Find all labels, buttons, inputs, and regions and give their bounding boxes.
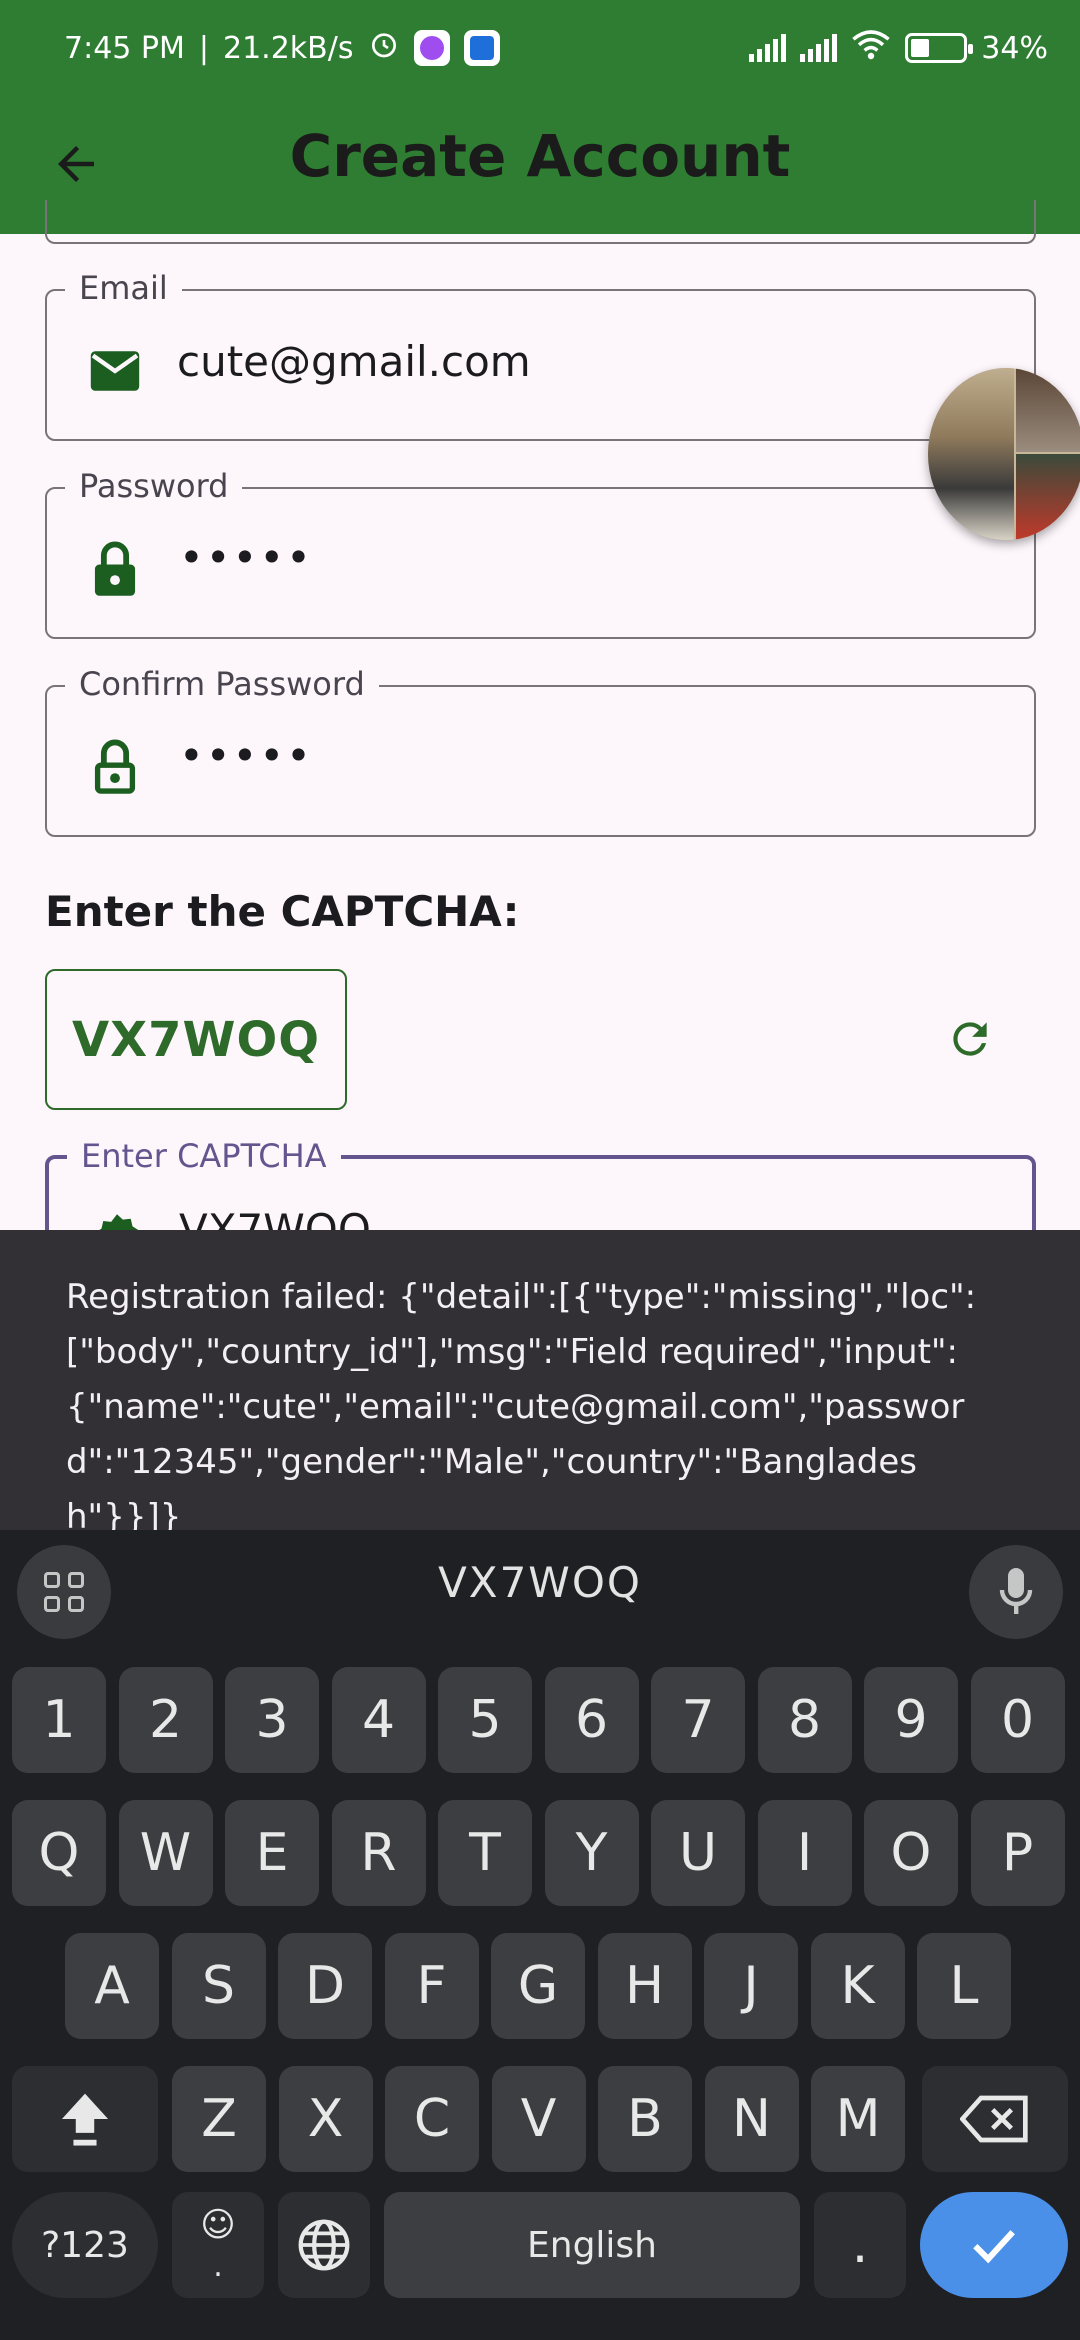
key-7[interactable]: 7: [651, 1667, 745, 1773]
confirm-password-field[interactable]: Confirm Password •••••: [45, 665, 1036, 837]
emoji-icon: ☺: [200, 2205, 236, 2245]
key-j[interactable]: J: [704, 1933, 798, 2039]
globe-icon: [298, 2219, 350, 2271]
voice-input-button[interactable]: [969, 1545, 1063, 1639]
mail-icon: [85, 341, 145, 401]
refresh-icon: [953, 1022, 987, 1056]
status-bar: 7:45 PM | 21.2kB/s 34%: [0, 0, 1080, 92]
name-field-edge[interactable]: [45, 200, 1036, 244]
captcha-heading: Enter the CAPTCHA:: [45, 887, 520, 936]
key-u[interactable]: U: [651, 1800, 745, 1906]
key-w[interactable]: W: [118, 1800, 213, 1906]
key-n[interactable]: N: [704, 2066, 799, 2172]
key-3[interactable]: 3: [225, 1667, 319, 1773]
email-label: Email: [65, 269, 182, 307]
emoji-key[interactable]: ☺.: [172, 2192, 264, 2298]
lock-icon: [85, 539, 145, 599]
key-p[interactable]: P: [970, 1800, 1065, 1906]
check-icon: [973, 2230, 1015, 2264]
password-value: •••••: [179, 533, 313, 582]
status-right: 34%: [749, 28, 1048, 68]
key-2[interactable]: 2: [118, 1667, 213, 1773]
password-field[interactable]: Password •••••: [45, 467, 1036, 639]
key-e[interactable]: E: [225, 1800, 319, 1906]
battery-fill: [911, 39, 930, 57]
status-divider: |: [198, 30, 209, 66]
confirm-password-label: Confirm Password: [65, 665, 379, 703]
microphone-icon: [999, 1568, 1033, 1614]
status-network-speed: 21.2kB/s: [223, 30, 354, 66]
key-r[interactable]: R: [331, 1800, 426, 1906]
battery-icon: [905, 33, 974, 63]
period-key[interactable]: .: [814, 2192, 906, 2298]
refresh-captcha-button[interactable]: [940, 1006, 1000, 1072]
key-0[interactable]: 0: [970, 1667, 1065, 1773]
captcha-code: VX7WOQ: [45, 969, 347, 1110]
app-icon: [463, 30, 500, 66]
key-9[interactable]: 9: [864, 1667, 958, 1773]
signal-icon: [749, 34, 787, 62]
messenger-icon: [413, 30, 450, 66]
backspace-key[interactable]: [922, 2066, 1068, 2172]
snackbar-message: Registration failed: {"detail":[{"type":…: [66, 1277, 977, 1537]
status-left: 7:45 PM | 21.2kB/s: [64, 28, 500, 68]
on-screen-keyboard: VX7WOQ 1234567890 QWERTYUIOP ASDFGHJKL ZXCV…: [0, 1530, 1080, 2340]
key-a[interactable]: A: [65, 1933, 159, 2039]
chat-head-avatar[interactable]: [928, 368, 1080, 540]
key-i[interactable]: I: [757, 1800, 852, 1906]
backspace-icon: [960, 2095, 1028, 2143]
shift-key[interactable]: [12, 2066, 158, 2172]
signal-icon: [800, 34, 838, 62]
key-y[interactable]: Y: [544, 1800, 639, 1906]
key-x[interactable]: X: [278, 2066, 373, 2172]
key-4[interactable]: 4: [331, 1667, 426, 1773]
key-t[interactable]: T: [438, 1800, 532, 1906]
captcha-input-label: Enter CAPTCHA: [67, 1137, 341, 1175]
key-s[interactable]: S: [171, 1933, 266, 2039]
emoji-sub-label: .: [213, 2249, 223, 2284]
avatar-photo: [928, 368, 1014, 540]
key-m[interactable]: M: [811, 2066, 905, 2172]
suggestion-bar: VX7WOQ: [0, 1530, 1080, 1640]
key-d[interactable]: D: [278, 1933, 372, 2039]
key-8[interactable]: 8: [757, 1667, 852, 1773]
suggestion-word[interactable]: VX7WOQ: [0, 1558, 1080, 1607]
key-o[interactable]: O: [864, 1800, 958, 1906]
key-q[interactable]: Q: [12, 1800, 106, 1906]
enter-button[interactable]: [920, 2192, 1068, 2298]
key-v[interactable]: V: [491, 2066, 586, 2172]
key-g[interactable]: G: [491, 1933, 585, 2039]
avatar-photo: [1016, 368, 1080, 452]
password-label: Password: [65, 467, 243, 505]
battery-percent: 34%: [981, 30, 1048, 66]
key-k[interactable]: K: [810, 1933, 905, 2039]
symbols-key[interactable]: ?123: [12, 2192, 158, 2298]
status-time: 7:45 PM: [64, 30, 185, 66]
key-1[interactable]: 1: [12, 1667, 106, 1773]
alarm-icon: [368, 28, 400, 68]
email-field[interactable]: Email cute@gmail.com: [45, 269, 1036, 441]
key-5[interactable]: 5: [438, 1667, 532, 1773]
email-value: cute@gmail.com: [177, 337, 531, 386]
key-h[interactable]: H: [597, 1933, 692, 2039]
wifi-icon: [851, 28, 891, 68]
confirm-password-value: •••••: [179, 731, 313, 780]
key-6[interactable]: 6: [544, 1667, 639, 1773]
key-f[interactable]: F: [384, 1933, 479, 2039]
shift-arrow-icon: [61, 2093, 109, 2146]
avatar-photo: [1016, 454, 1080, 540]
key-z[interactable]: Z: [172, 2066, 266, 2172]
space-key[interactable]: English: [384, 2192, 800, 2298]
page-title: Create Account: [289, 122, 791, 190]
key-b[interactable]: B: [598, 2066, 692, 2172]
language-key[interactable]: [278, 2192, 370, 2298]
error-snackbar: Registration failed: {"detail":[{"type":…: [0, 1230, 1080, 1537]
key-l[interactable]: L: [917, 1933, 1011, 2039]
key-c[interactable]: C: [385, 2066, 479, 2172]
lock-outline-icon: [85, 737, 145, 797]
